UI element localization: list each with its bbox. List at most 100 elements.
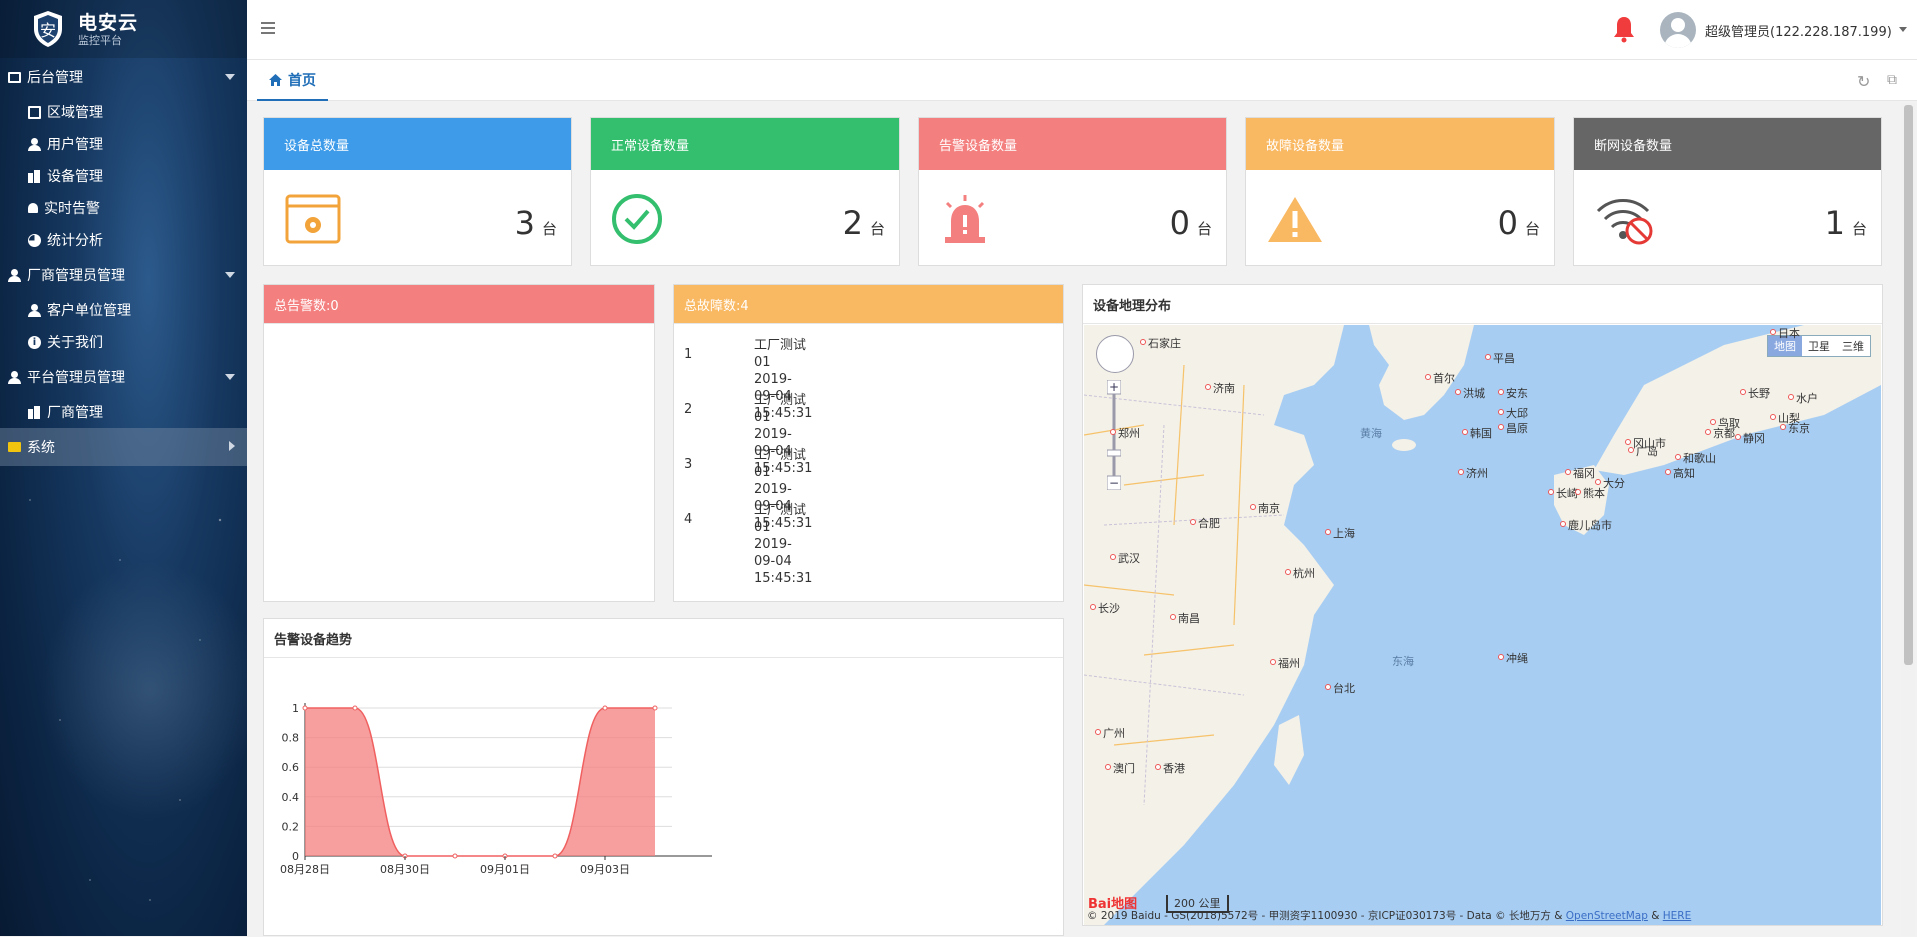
city-label: 熊本 <box>1583 487 1605 500</box>
y-tick-label: 0.6 <box>282 761 300 774</box>
city-marker <box>1485 354 1491 360</box>
sidebar-item-label: 实时告警 <box>44 201 100 217</box>
city-marker <box>1705 429 1711 435</box>
sidebar-item-label: 客户单位管理 <box>47 303 131 319</box>
menu-group-platform-admin[interactable]: 平台管理员管理 <box>0 358 247 396</box>
city-marker <box>1155 764 1161 770</box>
city-label: 广州 <box>1103 727 1125 740</box>
data-point <box>352 705 358 711</box>
city-marker <box>1105 764 1111 770</box>
city-label: 台北 <box>1333 682 1355 695</box>
city-marker <box>1560 521 1566 527</box>
sidebar-item-vendors[interactable]: 厂商管理 <box>0 396 247 428</box>
city-marker <box>1462 429 1468 435</box>
app-title: 电安云 <box>78 11 139 34</box>
sidebar-item-users[interactable]: 用户管理 <box>0 128 247 160</box>
sidebar-item-region[interactable]: 区域管理 <box>0 96 247 128</box>
data-point <box>552 853 558 859</box>
sidebar-item-realtime-alarm[interactable]: 实时告警 <box>0 192 247 224</box>
scrollbar-thumb[interactable] <box>1904 105 1913 665</box>
stat-card-title: 正常设备数量 <box>591 118 899 170</box>
city-label: 鸟取 <box>1718 417 1740 430</box>
city-marker <box>1090 604 1096 610</box>
menu-group-vendor-admin[interactable]: 厂商管理员管理 <box>0 256 247 294</box>
x-tick-label: 09月03日 <box>580 863 630 876</box>
city-label: 安东 <box>1506 387 1528 400</box>
sidebar-item-statistics[interactable]: 统计分析 <box>0 224 247 256</box>
sidebar-item-customer-units[interactable]: 客户单位管理 <box>0 294 247 326</box>
data-point <box>602 705 608 711</box>
city-label: 日本 <box>1778 327 1800 340</box>
stat-unit: 台 <box>1851 220 1867 238</box>
sidebar: 安 电安云 监控平台 后台管理 区域管理 用户管理 设备管理 实时告警 统计分析… <box>0 0 247 936</box>
tab-home[interactable]: 首页 <box>257 60 328 101</box>
scrollbar[interactable] <box>1901 103 1915 936</box>
city-marker <box>1110 429 1116 435</box>
app-logo[interactable]: 安 电安云 监控平台 <box>0 0 247 58</box>
menu-group-label: 平台管理员管理 <box>27 370 125 386</box>
city-label: 武汉 <box>1118 552 1140 565</box>
y-tick-label: 0.8 <box>282 732 300 745</box>
city-marker <box>1270 659 1276 665</box>
map-type-3d[interactable]: 三维 <box>1836 336 1870 356</box>
bell-icon[interactable] <box>1613 15 1635 43</box>
popout-icon[interactable]: ⧉ <box>1887 72 1897 88</box>
stat-value: 2 <box>842 204 863 242</box>
data-point <box>452 853 458 859</box>
row-number: 1 <box>684 347 693 362</box>
city-marker <box>1675 454 1681 460</box>
city-label: 鹿儿岛市 <box>1568 519 1612 532</box>
map-pan-control[interactable] <box>1096 335 1134 373</box>
city-label: 郑州 <box>1118 427 1140 440</box>
map-type-satellite[interactable]: 卫星 <box>1802 336 1836 356</box>
city-label: 山梨 <box>1778 412 1800 425</box>
stat-card-title: 设备总数量 <box>264 118 571 170</box>
city-label: 香港 <box>1163 762 1185 775</box>
home-icon <box>269 73 282 86</box>
stat-value: 3 <box>514 204 535 242</box>
menu-group-system[interactable]: 系统 <box>0 428 247 466</box>
sidebar-nebula <box>40 560 247 820</box>
sidebar-item-about[interactable]: i 关于我们 <box>0 326 247 358</box>
row-number: 3 <box>684 457 693 472</box>
city-marker <box>1285 569 1291 575</box>
menu-group-backend[interactable]: 后台管理 <box>0 58 247 96</box>
city-label: 石家庄 <box>1148 337 1181 350</box>
city-label: 合肥 <box>1198 517 1220 530</box>
stat-unit: 台 <box>869 220 885 238</box>
city-label: 和歌山 <box>1683 452 1716 465</box>
stat-value: 0 <box>1169 204 1190 242</box>
city-label: 长沙 <box>1098 602 1120 615</box>
sidebar-menu: 后台管理 区域管理 用户管理 设备管理 实时告警 统计分析 厂商管理员管理 客户… <box>0 58 247 466</box>
sidebar-item-devices[interactable]: 设备管理 <box>0 160 247 192</box>
y-tick-label: 0.4 <box>282 791 300 804</box>
city-marker <box>1665 469 1671 475</box>
avatar[interactable] <box>1660 12 1696 48</box>
city-label: 冈山市 <box>1633 437 1666 450</box>
city-marker <box>1170 614 1176 620</box>
city-marker <box>1455 389 1461 395</box>
chevron-down-icon[interactable] <box>1899 27 1907 32</box>
trend-panel-title: 告警设备趋势 <box>264 619 1063 658</box>
city-label: 大分 <box>1603 477 1625 490</box>
user-name[interactable]: 超级管理员(122.228.187.199) <box>1705 21 1892 40</box>
stat-value: 0 <box>1497 204 1518 242</box>
device-icon <box>28 169 41 183</box>
map-land <box>1084 325 1881 925</box>
device-map[interactable]: + − 地图 卫星 三维 石家庄 济南 郑州 合肥 南京 上海 武汉 杭州 长沙 南昌 福州 台北 广州香… <box>1084 325 1881 925</box>
menu-toggle-icon[interactable] <box>261 22 275 34</box>
stat-card-title: 断网设备数量 <box>1574 118 1881 170</box>
warning-triangle-icon <box>1266 193 1324 245</box>
building-icon <box>28 405 41 419</box>
tab-label: 首页 <box>288 72 316 89</box>
user-icon <box>28 137 41 151</box>
osm-link[interactable]: OpenStreetMap <box>1566 910 1648 922</box>
here-link[interactable]: HERE <box>1663 910 1691 922</box>
city-marker <box>1325 529 1331 535</box>
city-label: 澳门 <box>1113 762 1135 775</box>
row-number: 2 <box>684 402 693 417</box>
map-panel-title: 设备地理分布 <box>1083 285 1882 324</box>
wifi-off-icon <box>1594 193 1653 245</box>
city-label: 上海 <box>1333 527 1355 540</box>
refresh-icon[interactable]: ↻ <box>1857 72 1870 91</box>
